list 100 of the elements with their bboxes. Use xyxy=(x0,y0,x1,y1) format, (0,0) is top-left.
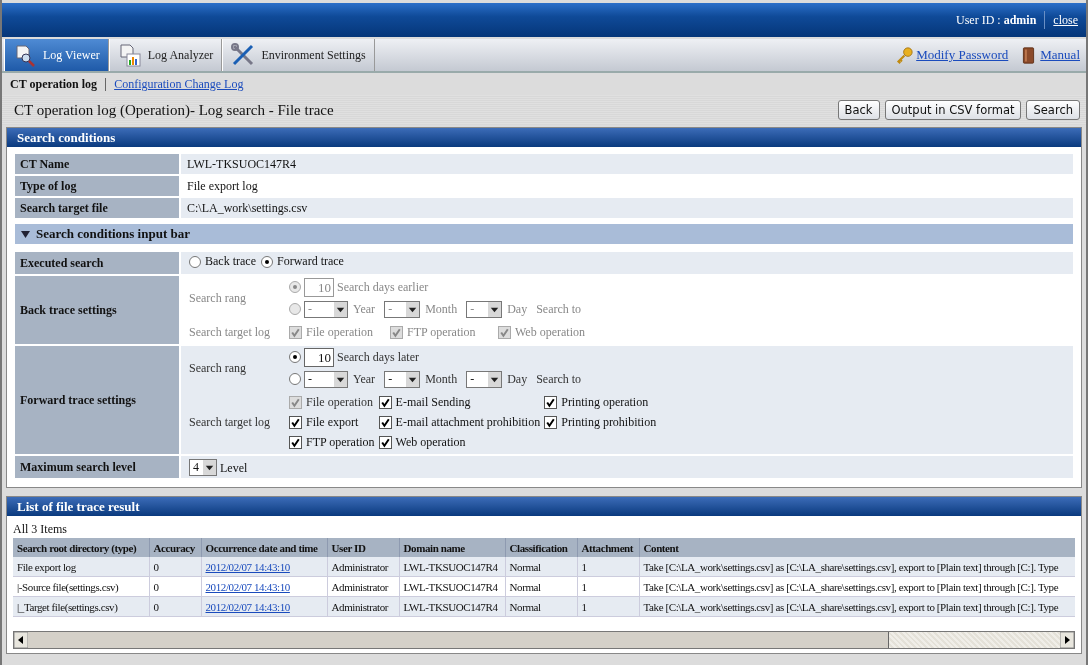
checkbox-label: Web operation xyxy=(395,434,466,450)
table-cell: 1 xyxy=(581,600,587,613)
dropdown[interactable]: - xyxy=(384,370,421,388)
table-cell: 0 xyxy=(153,560,159,573)
column-header: Content xyxy=(639,538,1075,557)
action-button[interactable]: Back xyxy=(837,100,880,120)
column-header: Classification xyxy=(505,538,577,557)
checkbox-label: Printing prohibition xyxy=(561,414,657,430)
option-label: Forward trace xyxy=(276,254,344,270)
field-value: LWL-TKSUOC147R4 xyxy=(180,154,1073,175)
radio-button[interactable] xyxy=(260,255,273,268)
table-cell: Administrator xyxy=(331,600,388,613)
column-header: Occurrence date and time xyxy=(201,538,327,557)
field-label: Search rang xyxy=(189,360,247,376)
checkbox[interactable] xyxy=(378,435,392,449)
page-title: CT operation log (Operation)- Log search - File trace xyxy=(14,101,334,119)
unit-label: Month xyxy=(425,301,458,317)
close-link[interactable]: close xyxy=(1053,12,1078,28)
unit-label: Level xyxy=(220,460,248,475)
key-icon xyxy=(896,46,914,64)
section-header: Search conditions xyxy=(7,128,1081,147)
radio-button[interactable] xyxy=(289,373,301,385)
option-label: Search to xyxy=(536,371,582,387)
dropdown[interactable]: 4 xyxy=(189,458,217,476)
field-value: C:\LA_work\settings.csv xyxy=(180,197,1073,219)
column-header: Attachment xyxy=(577,538,639,557)
table-cell: LWL-TKSUOC147R4 xyxy=(403,580,498,593)
nav-tab[interactable]: Environment Settings xyxy=(222,39,375,71)
field-label: Back trace settings xyxy=(15,275,180,345)
nav-tab[interactable]: Log Analyzer xyxy=(108,39,223,71)
radio-button[interactable] xyxy=(189,255,201,268)
table-cell: LWL-TKSUOC147R4 xyxy=(403,560,498,573)
unit-label: Day xyxy=(507,371,528,387)
table-cell: Take [C:\LA_work\settings.csv] as [C:\LA_share\settings.csv], export to [Plain text] through [C:]. Type xyxy=(643,580,1059,593)
subnav-link[interactable]: CT operation log xyxy=(10,76,98,92)
scroll-left-icon[interactable] xyxy=(14,632,28,648)
nav-tab[interactable]: Log Viewer xyxy=(4,39,109,71)
checkbox[interactable] xyxy=(378,395,392,409)
user-id-label: User ID : admin xyxy=(956,12,1037,28)
field-label: Search target file xyxy=(15,197,180,219)
dropdown[interactable]: - xyxy=(304,370,348,388)
checkbox-label: E-mail Sending xyxy=(395,394,471,410)
field-label: Forward trace settings xyxy=(15,345,180,455)
checkbox-label: Printing operation xyxy=(561,394,649,410)
table-cell: |_Target file(settings.csv) xyxy=(17,600,118,613)
header-link[interactable]: Modify Password xyxy=(916,47,1009,63)
field-label: Type of log xyxy=(15,175,180,197)
table-cell: Normal xyxy=(509,600,541,613)
scroll-right-icon[interactable] xyxy=(1060,632,1074,648)
table-cell: Take [C:\LA_work\settings.csv] as [C:\LA_share\settings.csv], export to [Plain text] through [C:]. Type xyxy=(643,600,1059,613)
checkbox[interactable] xyxy=(544,415,558,429)
table-cell: Take [C:\LA_work\settings.csv] as [C:\LA_share\settings.csv], export to [Plain text] through [C:]. Type xyxy=(643,560,1059,573)
checkbox-label: FTP operation xyxy=(407,324,476,340)
checkbox-label: FTP operation xyxy=(306,434,375,450)
checkbox[interactable] xyxy=(289,435,302,449)
triangle-icon xyxy=(21,229,30,239)
checkbox-label: File export xyxy=(306,414,359,430)
field-label: Maximum search level xyxy=(15,455,180,479)
field-label: Search target log xyxy=(189,324,272,340)
unit-label: Year xyxy=(353,371,376,387)
collapsible-bar[interactable]: Search conditions input bar xyxy=(15,224,1073,244)
option-label: Search days earlier xyxy=(337,279,429,295)
subnav-link[interactable]: Configuration Change Log xyxy=(114,76,244,92)
field-label: Executed search xyxy=(15,252,180,275)
unit-label: Day xyxy=(507,301,528,317)
dropdown[interactable]: - xyxy=(466,370,503,388)
field-label: CT Name xyxy=(15,154,180,175)
option-label: Search to xyxy=(536,301,582,317)
days-field[interactable]: 10 xyxy=(304,347,334,367)
horizontal-scrollbar[interactable] xyxy=(13,631,1075,649)
wrench-screwdriver-icon xyxy=(231,43,256,67)
table-cell: Administrator xyxy=(331,560,388,573)
column-header: Domain name xyxy=(399,538,505,557)
field-label: Search target log xyxy=(189,414,272,430)
checkbox-label: Web operation xyxy=(515,324,585,340)
action-button[interactable]: Search xyxy=(1026,100,1080,120)
item-count: All 3 Items xyxy=(13,522,68,538)
header-link[interactable]: Manual xyxy=(1040,47,1080,63)
document-chart-icon xyxy=(117,43,142,67)
checkbox[interactable] xyxy=(544,395,558,409)
table-cell: 0 xyxy=(153,580,159,593)
action-button[interactable]: Output in CSV format xyxy=(884,100,1022,120)
table-cell: LWL-TKSUOC147R4 xyxy=(403,600,498,613)
table-cell: 1 xyxy=(581,580,587,593)
column-header: Accuracy xyxy=(149,538,201,557)
unit-label: Month xyxy=(425,371,458,387)
table-cell: Administrator xyxy=(331,580,388,593)
section-header: List of file trace result xyxy=(7,497,1081,516)
checkbox-label: E-mail attachment prohibition xyxy=(395,414,541,430)
table-cell: File export log xyxy=(17,560,76,573)
document-magnifier-icon xyxy=(13,43,37,67)
column-header: Search root directory (type) xyxy=(13,538,149,557)
table-cell: Normal xyxy=(509,560,541,573)
checkbox-label: File operation xyxy=(306,324,373,340)
radio-button[interactable] xyxy=(289,351,301,363)
checkbox[interactable] xyxy=(378,415,392,429)
checkbox[interactable] xyxy=(289,415,302,429)
field-label: Search rang xyxy=(189,290,247,306)
unit-label: Year xyxy=(353,301,376,317)
table-cell: Normal xyxy=(509,580,541,593)
